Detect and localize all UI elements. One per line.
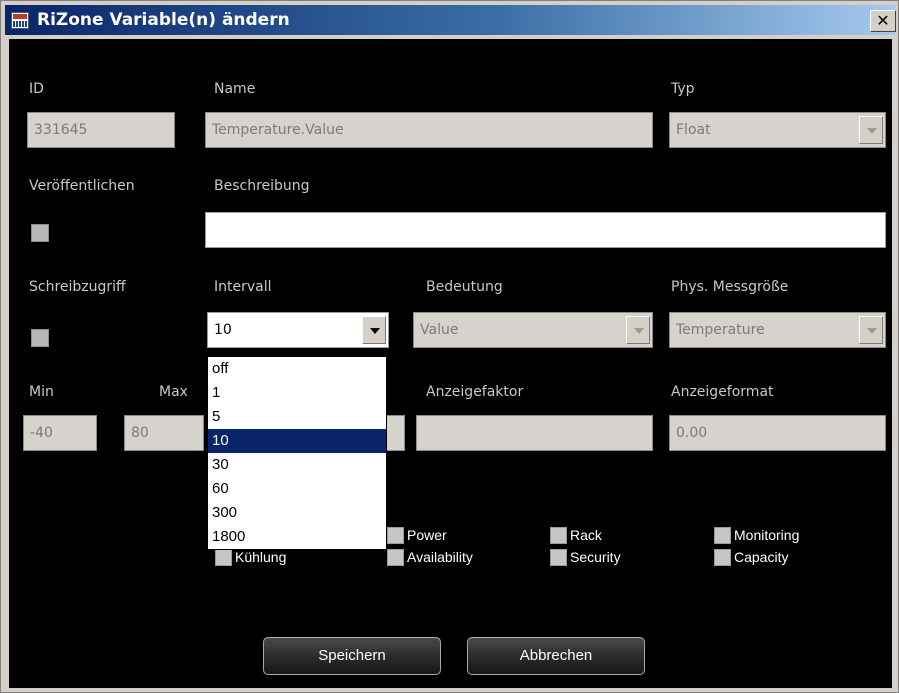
veroeffentlichen-checkbox[interactable] xyxy=(31,224,49,242)
intervall-option[interactable]: off xyxy=(208,357,386,381)
availability-label: Availability xyxy=(407,549,473,565)
veroeffentlichen-label: Veröffentlichen xyxy=(29,178,135,194)
dialog-body: ID Name Typ 331645 Temperature.Value Flo… xyxy=(9,39,892,688)
kuehlung-checkbox[interactable] xyxy=(215,549,232,566)
name-label: Name xyxy=(214,81,256,97)
monitoring-label: Monitoring xyxy=(734,527,800,543)
intervall-option[interactable]: 1 xyxy=(208,381,386,405)
close-button[interactable]: ✕ xyxy=(870,10,896,32)
intervall-dropdown-icon[interactable] xyxy=(362,316,386,344)
anzeigefaktor-field xyxy=(416,415,653,451)
intervall-option[interactable]: 60 xyxy=(208,477,386,501)
bedeutung-dropdown-icon xyxy=(626,316,650,344)
intervall-option[interactable]: 5 xyxy=(208,405,386,429)
beschreibung-label: Beschreibung xyxy=(214,178,310,194)
capacity-label: Capacity xyxy=(734,549,789,565)
name-field: Temperature.Value xyxy=(205,112,653,148)
anzeigefaktor-label: Anzeigefaktor xyxy=(426,384,524,400)
abbrechen-button[interactable]: Abbrechen xyxy=(467,637,645,675)
monitoring-checkbox[interactable] xyxy=(714,527,731,544)
phys-select: Temperature xyxy=(669,312,886,348)
intervall-value: 10 xyxy=(214,322,232,338)
intervall-dropdown-list: off 1 5 10 30 60 300 1800 xyxy=(207,356,387,550)
power-checkbox[interactable] xyxy=(387,527,404,544)
window-title: RiZone Variable(n) ändern xyxy=(37,10,290,30)
beschreibung-input[interactable] xyxy=(205,212,886,248)
rack-label: Rack xyxy=(570,527,602,543)
bedeutung-select: Value xyxy=(413,312,653,348)
speichern-button[interactable]: Speichern xyxy=(263,637,441,675)
bedeutung-value: Value xyxy=(420,322,459,338)
anzeigeformat-label: Anzeigeformat xyxy=(671,384,774,400)
rack-checkbox[interactable] xyxy=(550,527,567,544)
intervall-option[interactable]: 10 xyxy=(208,429,386,453)
id-label: ID xyxy=(29,81,44,97)
intervall-label: Intervall xyxy=(214,279,272,295)
phys-value: Temperature xyxy=(676,322,765,338)
phys-label: Phys. Messgröße xyxy=(671,279,789,295)
schreibzugriff-label: Schreibzugriff xyxy=(29,279,126,295)
typ-label: Typ xyxy=(671,81,695,97)
phys-dropdown-icon xyxy=(859,316,883,344)
typ-select: Float xyxy=(669,112,886,148)
title-bar[interactable]: RiZone Variable(n) ändern ✕ xyxy=(5,5,896,35)
availability-checkbox[interactable] xyxy=(387,549,404,566)
min-field: -40 xyxy=(23,415,97,451)
typ-value: Float xyxy=(676,122,711,138)
max-label: Max xyxy=(159,384,188,400)
kuehlung-label: Kühlung xyxy=(235,549,287,565)
max-field: 80 xyxy=(124,415,204,451)
app-icon xyxy=(11,12,29,29)
dialog-window: RiZone Variable(n) ändern ✕ ID Name Typ … xyxy=(0,0,899,693)
intervall-option[interactable]: 1800 xyxy=(208,525,386,549)
intervall-option[interactable]: 300 xyxy=(208,501,386,525)
capacity-checkbox[interactable] xyxy=(714,549,731,566)
id-field: 331645 xyxy=(27,112,175,148)
bedeutung-label: Bedeutung xyxy=(426,279,503,295)
intervall-select[interactable]: 10 xyxy=(207,312,389,348)
anzeigeformat-field: 0.00 xyxy=(669,415,886,451)
typ-dropdown-icon xyxy=(859,116,883,144)
intervall-option[interactable]: 30 xyxy=(208,453,386,477)
close-icon: ✕ xyxy=(876,11,890,30)
min-label: Min xyxy=(29,384,54,400)
security-checkbox[interactable] xyxy=(550,549,567,566)
security-label: Security xyxy=(570,549,621,565)
schreibzugriff-checkbox[interactable] xyxy=(31,329,49,347)
power-label: Power xyxy=(407,527,447,543)
